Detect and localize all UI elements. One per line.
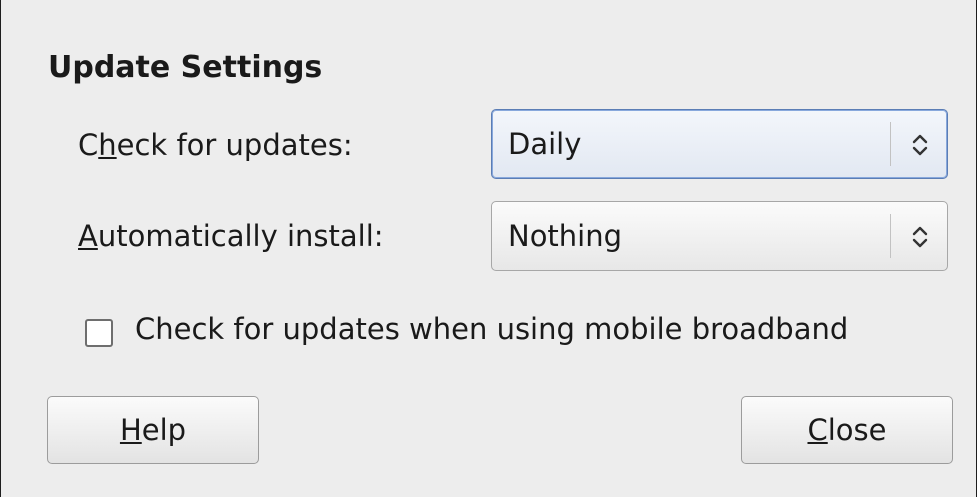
label-prefix: C: [78, 128, 99, 162]
label-mnemonic: h: [98, 128, 117, 162]
label-mnemonic: A: [78, 219, 98, 253]
update-settings-dialog: Update Settings Check for updates: Daily…: [0, 0, 977, 497]
combo-separator: [890, 214, 891, 258]
check-for-updates-value: Daily: [508, 127, 582, 161]
help-button[interactable]: Help: [47, 396, 259, 464]
button-label: lose: [827, 413, 887, 447]
automatically-install-label: Automatically install:: [78, 219, 384, 253]
close-button[interactable]: Close: [741, 396, 953, 464]
button-mnemonic: C: [807, 413, 828, 447]
up-down-chevron-icon: [912, 226, 928, 248]
combo-separator: [890, 122, 891, 166]
check-for-updates-label: Check for updates:: [78, 128, 353, 162]
automatically-install-value: Nothing: [508, 219, 623, 253]
section-title: Update Settings: [48, 50, 323, 85]
button-mnemonic: H: [119, 413, 142, 447]
mobile-broadband-checkbox[interactable]: [85, 319, 113, 347]
label-suffix: eck for updates:: [116, 128, 353, 162]
up-down-chevron-icon: [912, 134, 928, 156]
automatically-install-combo[interactable]: Nothing: [491, 201, 948, 271]
label-suffix: utomatically install:: [97, 219, 384, 253]
mobile-broadband-label[interactable]: Check for updates when using mobile broa…: [135, 312, 848, 346]
button-label: elp: [141, 413, 187, 447]
check-for-updates-combo[interactable]: Daily: [491, 109, 948, 179]
